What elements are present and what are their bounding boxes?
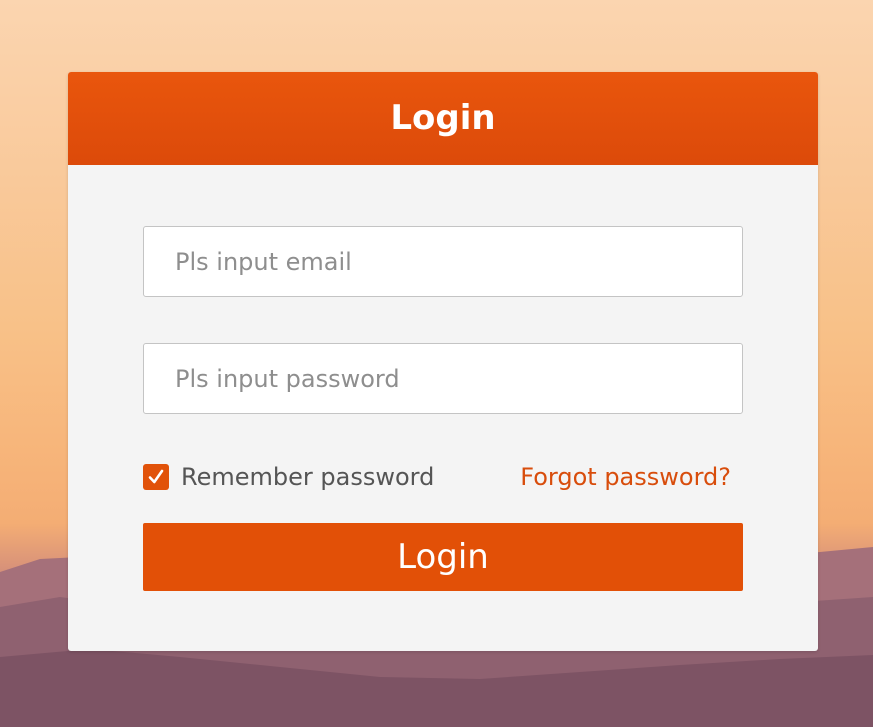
email-input[interactable] — [143, 226, 743, 297]
remember-password-option[interactable]: Remember password — [143, 461, 434, 493]
login-card: Login Remember password Forgot password?… — [68, 72, 818, 651]
login-button[interactable]: Login — [143, 523, 743, 591]
remember-password-label: Remember password — [181, 463, 435, 491]
login-card-header: Login — [68, 72, 818, 165]
login-title: Login — [390, 97, 496, 138]
remember-password-checkbox[interactable] — [143, 464, 169, 490]
forgot-password-link[interactable]: Forgot password? — [520, 461, 731, 493]
password-input[interactable] — [143, 343, 743, 414]
checkmark-icon — [148, 469, 164, 484]
